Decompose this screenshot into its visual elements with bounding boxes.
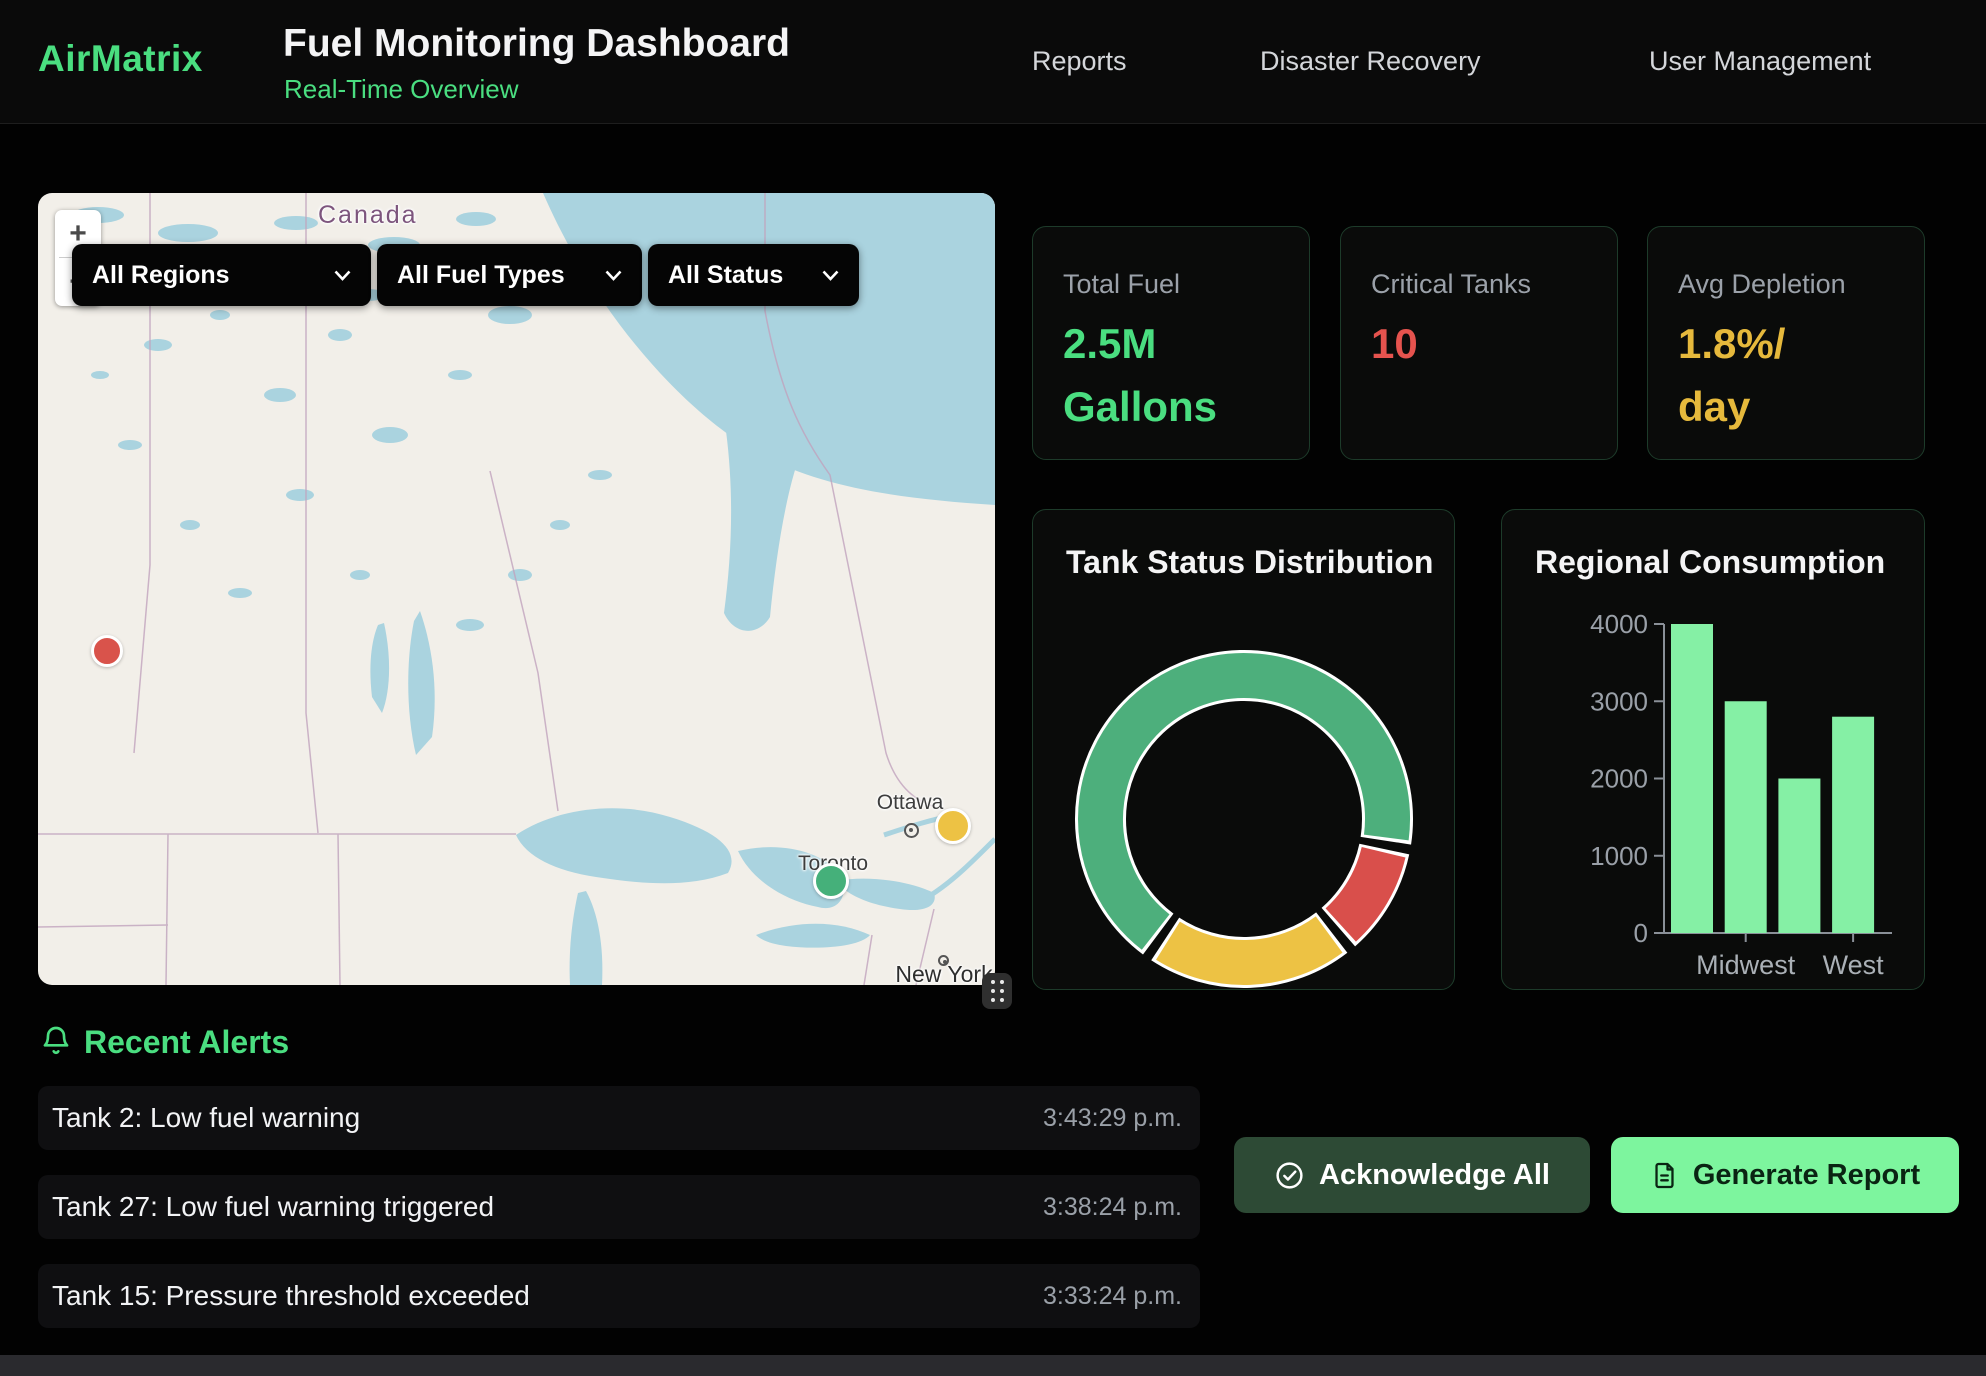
stat-card-critical-tanks: Critical Tanks 10 (1340, 226, 1618, 460)
map-label-new-york: New York (874, 961, 995, 985)
stat-value: 1.8%/day (1678, 312, 1894, 438)
new-york-town-icon (938, 955, 949, 966)
alert-time: 3:33:24 p.m. (1043, 1282, 1182, 1311)
status-filter-dropdown[interactable]: All Status (648, 244, 859, 306)
svg-text:0: 0 (1634, 918, 1648, 948)
chevron-down-icon (334, 270, 351, 281)
stat-value: 10 (1371, 312, 1587, 375)
stat-label: Critical Tanks (1371, 269, 1587, 300)
generate-report-label: Generate Report (1693, 1159, 1920, 1192)
stat-label: Total Fuel (1063, 269, 1279, 300)
alert-message: Tank 2: Low fuel warning (52, 1102, 360, 1134)
app-logo: AirMatrix (38, 38, 203, 80)
nav-reports[interactable]: Reports (1032, 46, 1127, 77)
regional-consumption-bar-chart: 0 1000 2000 3000 4000 Midwest West (1502, 510, 1926, 991)
region-filter-dropdown[interactable]: All Regions (72, 244, 371, 306)
page-title: Fuel Monitoring Dashboard (283, 22, 790, 66)
chevron-down-icon (605, 270, 622, 281)
document-icon (1650, 1161, 1679, 1190)
fuel-type-filter-value: All Fuel Types (397, 261, 565, 290)
alert-time: 3:38:24 p.m. (1043, 1193, 1182, 1222)
alert-row[interactable]: Tank 27: Low fuel warning triggered 3:38… (38, 1175, 1200, 1239)
status-filter-value: All Status (668, 261, 783, 290)
fuel-map[interactable]: Canada Ottawa Toronto New York + − (38, 193, 995, 985)
region-filter-value: All Regions (92, 261, 230, 290)
acknowledge-all-label: Acknowledge All (1319, 1159, 1550, 1192)
recent-alerts-title: Recent Alerts (84, 1024, 289, 1061)
nav-user-management[interactable]: User Management (1649, 46, 1871, 77)
alert-row[interactable]: Tank 2: Low fuel warning 3:43:29 p.m. (38, 1086, 1200, 1150)
ottawa-town-icon (904, 823, 919, 838)
svg-text:3000: 3000 (1590, 686, 1648, 716)
map-label-canada: Canada (318, 201, 408, 230)
stat-card-avg-depletion: Avg Depletion 1.8%/day (1647, 226, 1925, 460)
alert-message: Tank 27: Low fuel warning triggered (52, 1191, 494, 1223)
svg-text:1000: 1000 (1590, 841, 1648, 871)
tank-marker-critical[interactable] (91, 635, 123, 667)
alert-message: Tank 15: Pressure threshold exceeded (52, 1280, 530, 1312)
svg-text:West: West (1823, 950, 1885, 980)
chevron-down-icon (822, 270, 839, 281)
tank-marker-normal[interactable] (813, 863, 849, 899)
page-subtitle: Real-Time Overview (284, 74, 519, 105)
map-resize-handle[interactable] (982, 973, 1012, 1009)
stat-label: Avg Depletion (1678, 269, 1894, 300)
svg-text:2000: 2000 (1590, 764, 1648, 794)
acknowledge-all-button[interactable]: Acknowledge All (1234, 1137, 1590, 1213)
stat-card-total-fuel: Total Fuel 2.5MGallons (1032, 226, 1310, 460)
tank-status-donut-chart (1033, 510, 1456, 991)
app-header: AirMatrix Fuel Monitoring Dashboard Real… (0, 0, 1986, 124)
bottom-scrollbar-track[interactable] (0, 1355, 1986, 1376)
tank-marker-warning[interactable] (935, 808, 971, 844)
nav-disaster-recovery[interactable]: Disaster Recovery (1260, 46, 1481, 77)
alert-row[interactable]: Tank 15: Pressure threshold exceeded 3:3… (38, 1264, 1200, 1328)
generate-report-button[interactable]: Generate Report (1611, 1137, 1959, 1213)
check-circle-icon (1274, 1160, 1305, 1191)
regional-consumption-panel: Regional Consumption 01000200030004000Mi… (1501, 509, 1925, 990)
fuel-type-filter-dropdown[interactable]: All Fuel Types (377, 244, 642, 306)
svg-text:4000: 4000 (1590, 609, 1648, 639)
bell-icon (40, 1022, 72, 1058)
alert-time: 3:43:29 p.m. (1043, 1104, 1182, 1133)
svg-text:Midwest: Midwest (1696, 950, 1796, 980)
stat-value: 2.5MGallons (1063, 312, 1279, 438)
tank-status-panel: Tank Status Distribution (1032, 509, 1455, 990)
